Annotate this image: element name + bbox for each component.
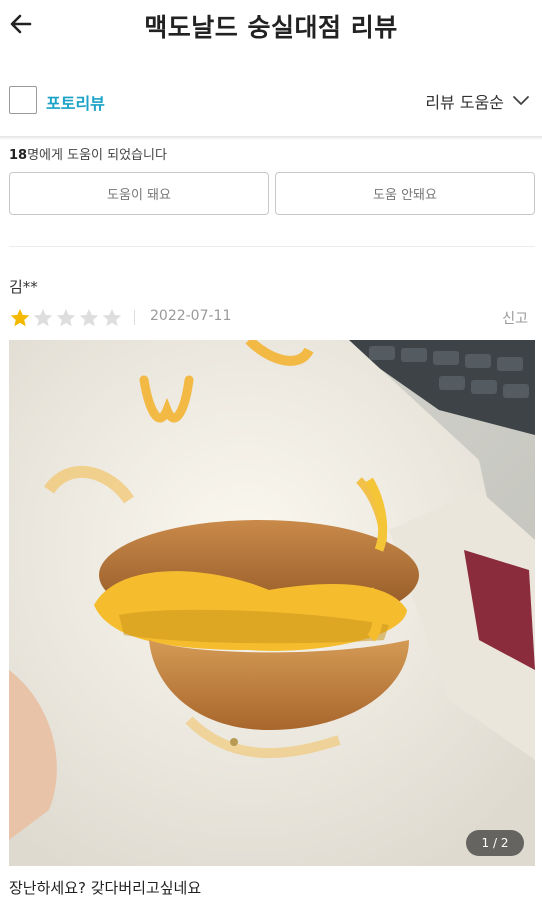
sort-dropdown[interactable]: 리뷰 도움순 (425, 89, 530, 113)
helpful-text: 명에게 도움이 되었습니다 (27, 148, 167, 163)
photo-review-label[interactable]: 포토리뷰 (46, 90, 105, 114)
section-divider (0, 136, 542, 140)
helpful-count: 18 (9, 148, 28, 163)
top-bar: 맥도날드 숭실대점 리뷰 (0, 0, 542, 52)
filter-bar: 포토리뷰 리뷰 도움순 (0, 76, 542, 126)
chevron-down-icon (513, 96, 529, 105)
divider (134, 310, 135, 325)
sort-label: 리뷰 도움순 (425, 93, 504, 112)
page-title: 맥도날드 숭실대점 리뷰 (144, 13, 398, 42)
helpful-no-button[interactable]: 도움 안돼요 (275, 172, 535, 215)
photo-page-indicator: 1 / 2 (466, 830, 524, 856)
star-empty-icon (102, 308, 122, 327)
review-comment: 장난하세요? 갖다버리고싶네요 (9, 879, 202, 897)
star-empty-icon (79, 308, 99, 327)
star-empty-icon (33, 308, 53, 327)
helpful-count-text: 18명에게 도움이 되었습니다 (9, 144, 167, 163)
review-author: 김** (9, 278, 38, 296)
star-empty-icon (56, 308, 76, 327)
divider (9, 246, 535, 247)
review-date: 2022-07-11 (150, 308, 232, 324)
helpful-yes-button[interactable]: 도움이 돼요 (9, 172, 269, 215)
star-filled-icon (10, 308, 30, 327)
burger-photo (9, 340, 535, 866)
photo-review-checkbox[interactable] (9, 86, 37, 114)
review-photo[interactable] (9, 340, 535, 866)
star-rating (9, 307, 123, 329)
report-link[interactable]: 신고 (502, 308, 528, 328)
